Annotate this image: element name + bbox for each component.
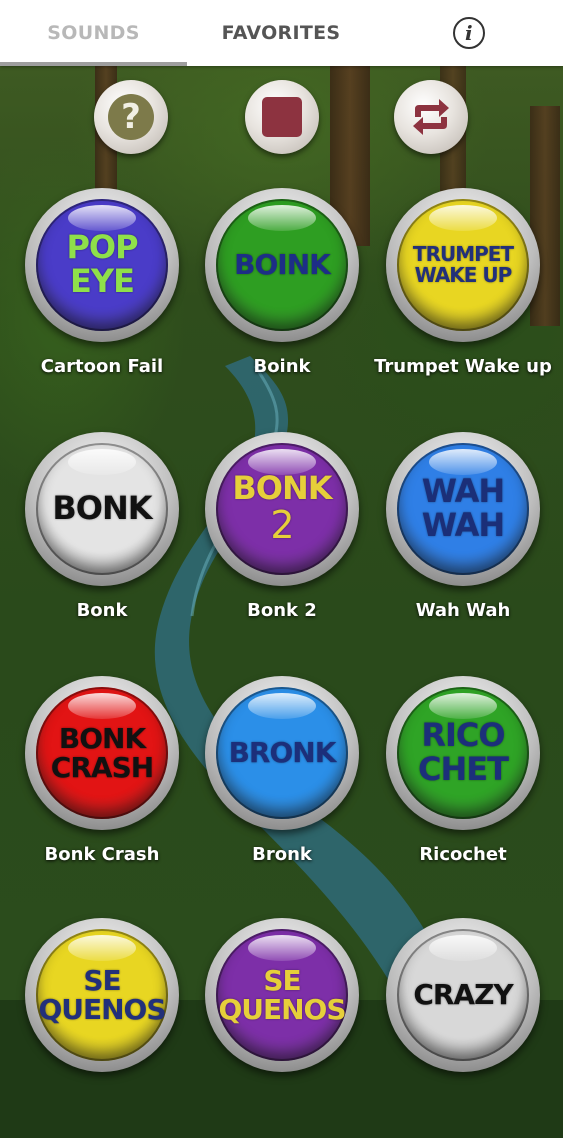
stop-button[interactable] bbox=[245, 80, 319, 154]
sound-item: BONK 2 Bonk 2 bbox=[192, 432, 372, 652]
button-gloss bbox=[248, 693, 316, 719]
sound-button-face: POP EYE bbox=[36, 199, 168, 331]
sound-button[interactable]: RICO CHET bbox=[386, 676, 540, 830]
button-gloss bbox=[248, 205, 316, 231]
sound-label: Wah Wah bbox=[415, 600, 511, 621]
sound-button-face: RICO CHET bbox=[397, 687, 529, 819]
sound-button-face: BRONK bbox=[216, 687, 348, 819]
sound-button-text-line: BOINK bbox=[234, 248, 331, 282]
sound-button-face: BOINK bbox=[216, 199, 348, 331]
sound-button-text-line: TRUMPET bbox=[412, 242, 514, 266]
sound-button[interactable]: BONK bbox=[25, 432, 179, 586]
info-icon: i bbox=[453, 17, 485, 49]
sound-item: BONK CRASH Bonk Crash bbox=[12, 676, 192, 896]
sound-item: TRUMPET WAKE UP Trumpet Wake up bbox=[373, 188, 553, 408]
sound-item: CRAZY bbox=[373, 918, 553, 1138]
sound-button-face: TRUMPET WAKE UP bbox=[397, 199, 529, 331]
button-gloss bbox=[68, 205, 136, 231]
active-tab-indicator bbox=[0, 62, 187, 66]
sound-button-face: WAH WAH bbox=[397, 443, 529, 575]
button-gloss bbox=[68, 449, 136, 475]
sound-label: Bonk bbox=[76, 600, 128, 621]
sound-button[interactable]: POP EYE bbox=[25, 188, 179, 342]
sound-button-text-line: QUENOS bbox=[38, 993, 166, 1026]
sound-button-face: BONK 2 bbox=[216, 443, 348, 575]
sound-button[interactable]: SE QUENOS bbox=[205, 918, 359, 1072]
button-gloss bbox=[68, 693, 136, 719]
sound-button-text-line: RICO bbox=[421, 716, 505, 755]
sound-button-face: SE QUENOS bbox=[216, 929, 348, 1061]
sound-button-face: SE QUENOS bbox=[36, 929, 168, 1061]
button-gloss bbox=[429, 935, 497, 961]
sound-label: Bonk 2 bbox=[247, 600, 317, 621]
sound-item: BRONK Bronk bbox=[192, 676, 372, 896]
button-gloss bbox=[429, 693, 497, 719]
sound-button-face: CRAZY bbox=[397, 929, 529, 1061]
sound-item: RICO CHET Ricochet bbox=[373, 676, 553, 896]
sound-button-text-line: 2 bbox=[270, 502, 294, 547]
sound-button[interactable]: SE QUENOS bbox=[25, 918, 179, 1072]
sound-button[interactable]: BOINK bbox=[205, 188, 359, 342]
sound-button[interactable]: WAH WAH bbox=[386, 432, 540, 586]
repeat-icon bbox=[413, 99, 449, 135]
tab-bar: SOUNDS FAVORITES i bbox=[0, 0, 563, 66]
tab-info[interactable]: i bbox=[375, 0, 563, 66]
sound-button[interactable]: TRUMPET WAKE UP bbox=[386, 188, 540, 342]
sound-label: Bronk bbox=[252, 844, 312, 865]
sound-button-text-line: QUENOS bbox=[218, 993, 346, 1026]
sound-button-text-line: BRONK bbox=[228, 736, 337, 770]
sound-button-text-line: BONK bbox=[52, 489, 152, 528]
sound-button-text-line: EYE bbox=[70, 262, 135, 300]
sound-button-text-line: SE bbox=[263, 963, 301, 997]
stop-icon bbox=[262, 97, 302, 137]
sound-button[interactable]: BONK 2 bbox=[205, 432, 359, 586]
sound-item: SE QUENOS bbox=[12, 918, 192, 1138]
sound-button-face: BONK bbox=[36, 443, 168, 575]
sound-label: Cartoon Fail bbox=[40, 356, 164, 377]
sound-button-text-line: CHET bbox=[418, 750, 509, 788]
button-gloss bbox=[429, 449, 497, 475]
tab-sounds[interactable]: SOUNDS bbox=[0, 0, 187, 66]
sound-item: WAH WAH Wah Wah bbox=[373, 432, 553, 652]
sound-button-text-line: BONK bbox=[232, 469, 332, 508]
button-gloss bbox=[248, 449, 316, 475]
sound-button[interactable]: BONK CRASH bbox=[25, 676, 179, 830]
sound-button-text-line: WAH bbox=[421, 472, 505, 511]
help-button[interactable]: ? bbox=[94, 80, 168, 154]
sound-label: Boink bbox=[253, 356, 311, 377]
sound-button[interactable]: BRONK bbox=[205, 676, 359, 830]
help-icon: ? bbox=[108, 94, 154, 140]
sound-label: Bonk Crash bbox=[44, 844, 160, 865]
sound-button-text-line: BONK bbox=[58, 721, 146, 755]
button-gloss bbox=[68, 935, 136, 961]
sound-button-text-line: CRASH bbox=[50, 751, 154, 784]
repeat-button[interactable] bbox=[394, 80, 468, 154]
sound-button-text-line: SE bbox=[83, 963, 121, 997]
sound-item: POP EYE Cartoon Fail bbox=[12, 188, 192, 408]
tab-favorites[interactable]: FAVORITES bbox=[187, 0, 375, 66]
sound-item: BOINK Boink bbox=[192, 188, 372, 408]
button-gloss bbox=[248, 935, 316, 961]
sound-button[interactable]: CRAZY bbox=[386, 918, 540, 1072]
sound-button-face: BONK CRASH bbox=[36, 687, 168, 819]
sound-button-text-line: WAH bbox=[421, 506, 505, 544]
sound-button-text-line: CRAZY bbox=[413, 978, 513, 1012]
sound-label: Trumpet Wake up bbox=[374, 356, 552, 377]
sound-button-text-line: WAKE UP bbox=[414, 263, 513, 287]
sound-label: Ricochet bbox=[419, 844, 507, 865]
button-gloss bbox=[429, 205, 497, 231]
sound-button-text-line: POP bbox=[66, 228, 138, 267]
sound-item: BONK Bonk bbox=[12, 432, 192, 652]
sound-item: SE QUENOS bbox=[192, 918, 372, 1138]
